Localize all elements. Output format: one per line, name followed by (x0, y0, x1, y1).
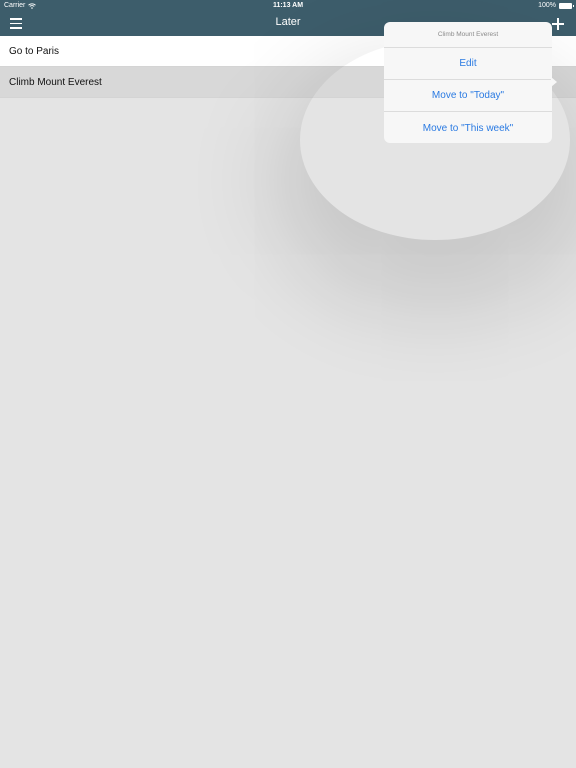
move-to-today-button[interactable]: Move to "Today" (384, 80, 552, 112)
app-window: Carrier 11:13 AM 100% Later Go to Paris … (0, 0, 576, 768)
status-bar: Carrier 11:13 AM 100% (0, 0, 576, 12)
battery-icon (559, 2, 574, 9)
battery-percent: 100% (538, 2, 556, 9)
task-label: Go to Paris (9, 45, 60, 57)
status-right: 100% (538, 2, 574, 9)
popover-title: Climb Mount Everest (384, 22, 552, 48)
status-time: 11:13 AM (272, 2, 304, 9)
task-label: Climb Mount Everest (9, 76, 102, 88)
popover-arrow (551, 77, 557, 87)
edit-button[interactable]: Edit (384, 48, 552, 80)
action-popover: Climb Mount Everest Edit Move to "Today"… (384, 22, 557, 144)
move-to-this-week-button[interactable]: Move to "This week" (384, 112, 552, 144)
